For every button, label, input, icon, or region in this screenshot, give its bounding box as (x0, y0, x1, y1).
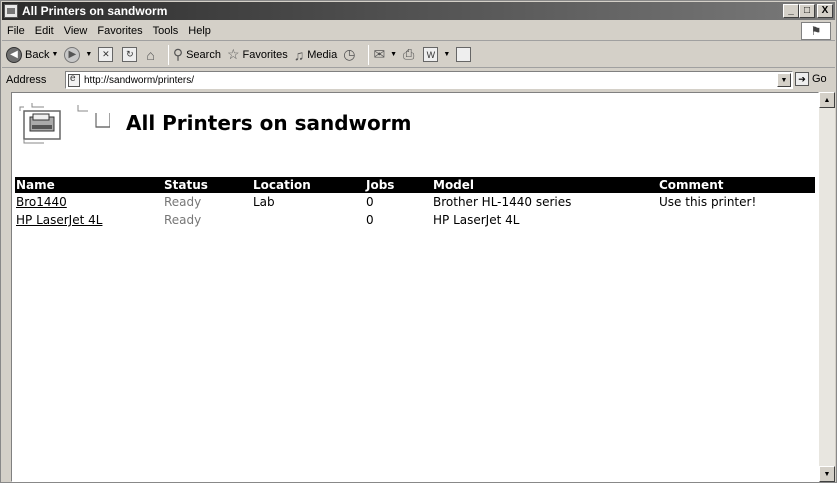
mail-dropdown-icon[interactable]: ▼ (390, 51, 397, 58)
printer-model: Brother HL-1440 series (433, 195, 572, 209)
toolbar: ◀ Back ▼ ▶ ▼ ✕ ↻ ⌂ ⚲ Search ☆ Favorites … (2, 42, 835, 68)
media-button[interactable]: ♫ Media (294, 47, 337, 63)
address-bar: Address http://sandworm/printers/ ▼ ➔ Go (2, 69, 835, 91)
go-label: Go (812, 73, 827, 85)
windows-logo-icon: ⚑ (801, 22, 831, 40)
back-dropdown-icon[interactable]: ▼ (51, 51, 58, 58)
window-title: All Printers on sandworm (22, 4, 168, 18)
page-content: All Printers on sandworm Name Status Loc… (11, 92, 819, 482)
refresh-icon: ↻ (122, 47, 138, 62)
history-icon: ◷ (343, 46, 356, 62)
table-row: Bro1440 Ready Lab 0 Brother HL-1440 seri… (15, 193, 815, 211)
forward-button[interactable]: ▶ ▼ (64, 46, 92, 63)
header-name: Name (15, 177, 163, 193)
forward-dropdown-icon[interactable]: ▼ (85, 51, 92, 58)
back-label: Back (25, 48, 50, 61)
printer-comment (658, 211, 815, 229)
star-icon: ☆ (226, 46, 240, 62)
page-icon (68, 73, 80, 87)
scroll-up-icon[interactable]: ▲ (819, 92, 835, 108)
print-button[interactable]: ⎙ (403, 46, 417, 63)
vertical-scrollbar[interactable]: ▲ ▼ (819, 92, 835, 482)
printer-icon: ⎙ (403, 46, 415, 62)
page-title: All Printers on sandworm (126, 111, 412, 135)
menu-file[interactable]: File (2, 25, 30, 37)
maximize-button[interactable]: □ (799, 4, 815, 18)
edit-dropdown-icon[interactable]: ▼ (443, 51, 450, 58)
mail-icon: ✉ (373, 46, 386, 62)
refresh-button[interactable]: ↻ (122, 47, 140, 62)
menu-view[interactable]: View (59, 25, 93, 37)
menu-help[interactable]: Help (183, 25, 216, 37)
toolbar-separator (368, 44, 370, 65)
scroll-down-icon[interactable]: ▼ (819, 466, 835, 482)
address-dropdown-icon[interactable]: ▼ (777, 73, 791, 87)
mail-button[interactable]: ✉ ▼ (373, 46, 397, 63)
header-status: Status (163, 177, 252, 193)
stop-icon: ✕ (98, 47, 114, 62)
toolbar-separator (167, 44, 169, 65)
word-icon: W (423, 47, 439, 62)
printer-location (252, 211, 365, 229)
header-jobs: Jobs (365, 177, 432, 193)
media-icon: ♫ (293, 46, 305, 63)
favorites-label: Favorites (242, 48, 288, 61)
header-comment: Comment (658, 177, 815, 193)
header-location: Location (252, 177, 365, 193)
search-icon: ⚲ (172, 46, 184, 62)
favorites-button[interactable]: ☆ Favorites (227, 46, 288, 63)
home-icon: ⌂ (146, 46, 155, 63)
printer-status: Ready (164, 195, 202, 209)
search-button[interactable]: ⚲ Search (173, 46, 221, 63)
printer-link[interactable]: Bro1440 (16, 195, 67, 209)
back-button[interactable]: ◀ Back ▼ (6, 46, 58, 63)
menu-bar: File Edit View Favorites Tools Help ⚑ (2, 21, 835, 41)
go-button[interactable]: ➔ Go (795, 72, 827, 86)
home-button[interactable]: ⌂ (146, 47, 157, 63)
history-button[interactable]: ◷ (343, 46, 358, 63)
discuss-icon (456, 47, 472, 62)
title-bar: All Printers on sandworm _ □ X (2, 2, 835, 20)
back-arrow-icon: ◀ (6, 46, 22, 63)
go-arrow-icon: ➔ (795, 72, 809, 86)
table-header-row: Name Status Location Jobs Model Comment (15, 177, 815, 193)
printer-model: HP LaserJet 4L (433, 213, 520, 227)
minimize-button[interactable]: _ (783, 4, 799, 18)
printer-jobs: 0 (366, 213, 374, 227)
printer-link[interactable]: HP LaserJet 4L (16, 213, 102, 227)
browser-window: All Printers on sandworm _ □ X File Edit… (0, 0, 837, 483)
close-button[interactable]: X (817, 4, 833, 18)
printer-status: Ready (164, 213, 202, 227)
window-controls: _ □ X (783, 4, 833, 18)
table-row: HP LaserJet 4L Ready 0 HP LaserJet 4L (15, 211, 815, 229)
printers-table: Name Status Location Jobs Model Comment … (15, 177, 815, 229)
header-model: Model (432, 177, 658, 193)
menu-edit[interactable]: Edit (30, 25, 59, 37)
search-label: Search (186, 48, 221, 61)
stop-button[interactable]: ✕ (98, 47, 116, 62)
forward-arrow-icon: ▶ (64, 46, 81, 63)
address-url[interactable]: http://sandworm/printers/ (84, 75, 194, 86)
printer-jobs: 0 (366, 195, 374, 209)
discuss-button[interactable] (456, 47, 474, 62)
printer-comment: Use this printer! (659, 195, 757, 209)
printer-location: Lab (253, 195, 275, 209)
edit-button[interactable]: W ▼ (423, 47, 450, 62)
address-input[interactable]: http://sandworm/printers/ ▼ (65, 71, 793, 89)
printer-logo-icon (19, 103, 110, 144)
menu-tools[interactable]: Tools (148, 25, 184, 37)
media-label: Media (307, 48, 338, 61)
address-label: Address (6, 74, 47, 86)
ie-page-icon (4, 4, 18, 18)
menu-favorites[interactable]: Favorites (92, 25, 147, 37)
